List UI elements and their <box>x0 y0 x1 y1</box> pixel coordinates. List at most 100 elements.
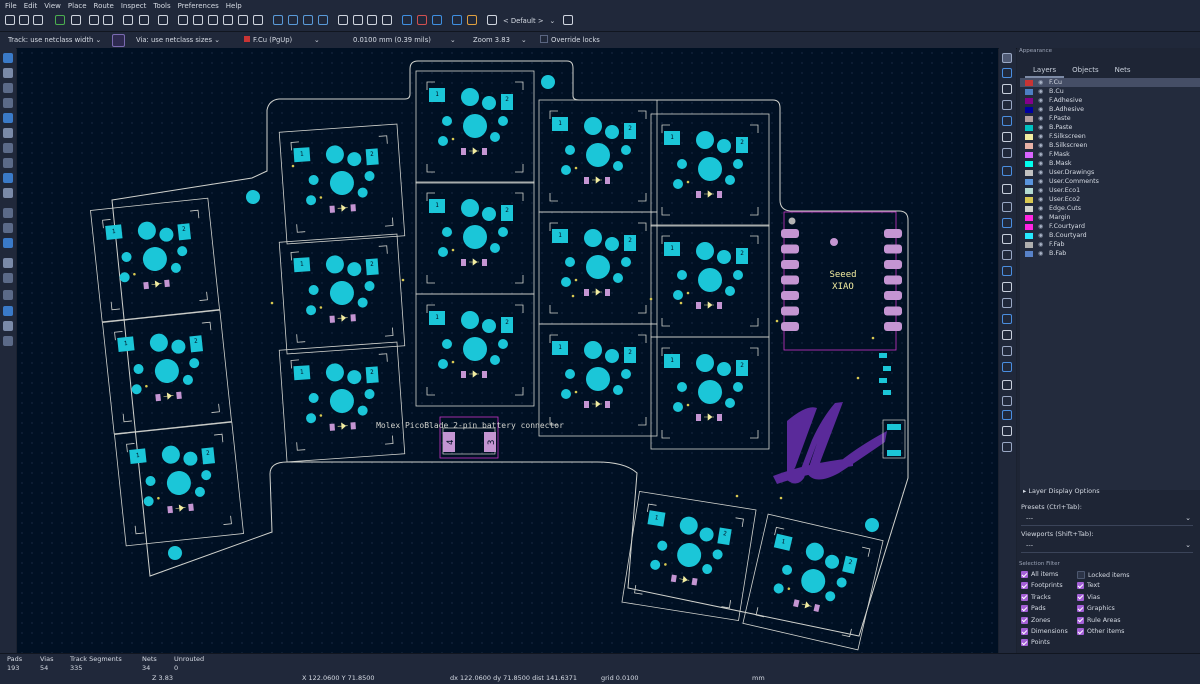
unlock-icon[interactable] <box>382 15 392 25</box>
via-size-dropdown[interactable]: Via: use netclass sizes ⌄ <box>136 35 220 45</box>
pad-outline-icon[interactable] <box>3 238 13 248</box>
array-icon[interactable] <box>1002 410 1012 420</box>
layer-row[interactable]: ◉ F.Mask <box>1020 150 1200 159</box>
checkbox-icon[interactable] <box>1077 616 1084 624</box>
eye-icon[interactable]: ◉ <box>1038 187 1046 194</box>
checkbox-icon[interactable] <box>1021 582 1028 590</box>
draw-rect-icon[interactable] <box>1002 234 1012 244</box>
layer-row[interactable]: ◉ Margin <box>1020 213 1200 222</box>
draw-circle-icon[interactable] <box>1002 250 1012 260</box>
checkbox-icon[interactable] <box>1021 628 1028 635</box>
layer-color-swatch[interactable] <box>1025 106 1033 113</box>
net-ratsnest-icon[interactable] <box>3 143 13 153</box>
checkbox-icon[interactable] <box>1077 582 1084 590</box>
grid-toggle-icon[interactable] <box>3 53 13 63</box>
track-outline-icon[interactable] <box>3 223 13 233</box>
menu-place[interactable]: Place <box>68 2 87 10</box>
highlight-net-icon[interactable] <box>3 173 13 183</box>
eye-icon[interactable]: ◉ <box>1038 232 1046 239</box>
eye-icon[interactable]: ◉ <box>1038 205 1046 212</box>
layer-color-swatch[interactable] <box>1025 124 1033 131</box>
layer-row[interactable]: ◉ B.Fab <box>1020 249 1200 258</box>
place-origin-icon[interactable] <box>1002 380 1012 390</box>
layer-row[interactable]: ◉ User.Comments <box>1020 177 1200 186</box>
filter-all-items[interactable]: All items <box>1021 571 1058 578</box>
eye-icon[interactable]: ◉ <box>1038 133 1046 140</box>
ratsnest-lines-icon[interactable] <box>3 158 13 168</box>
board-setup-icon[interactable] <box>55 15 65 25</box>
filter-pads[interactable]: Pads <box>1021 605 1046 613</box>
mirror-icon[interactable] <box>318 15 328 25</box>
layer-color-swatch[interactable] <box>1025 115 1033 122</box>
layer-color-swatch[interactable] <box>1025 133 1033 140</box>
drc-icon[interactable] <box>467 15 477 25</box>
checkbox-icon[interactable] <box>1021 593 1028 601</box>
add-table-icon[interactable] <box>1002 346 1012 356</box>
menu-view[interactable]: View <box>44 2 61 10</box>
tab-nets[interactable]: Nets <box>1107 64 1139 76</box>
new-board-icon[interactable] <box>5 15 15 25</box>
route-track-icon[interactable] <box>1002 100 1012 110</box>
checkbox-icon[interactable] <box>1021 616 1028 624</box>
lock-icon[interactable] <box>367 15 377 25</box>
layer-row[interactable]: ◉ Edge.Cuts <box>1020 204 1200 213</box>
layer-row[interactable]: ◉ User.Eco2 <box>1020 195 1200 204</box>
layer-row[interactable]: ◉ B.Cu <box>1020 87 1200 96</box>
footprint-browser-icon[interactable] <box>432 15 442 25</box>
menu-preferences[interactable]: Preferences <box>178 2 219 10</box>
eye-icon[interactable]: ◉ <box>1038 115 1046 122</box>
page-settings-icon[interactable] <box>71 15 81 25</box>
pcb-canvas[interactable]: 1212121212121212121212121212121212 Seeed… <box>17 48 998 653</box>
delete-icon[interactable] <box>1002 396 1012 406</box>
units-mm-icon[interactable] <box>3 98 13 108</box>
checkbox-icon[interactable] <box>1021 605 1028 613</box>
layer-row[interactable]: ◉ User.Eco1 <box>1020 186 1200 195</box>
plot-icon[interactable] <box>103 15 113 25</box>
local-ratsnest-icon[interactable] <box>1002 68 1012 78</box>
properties-panel-icon[interactable] <box>3 321 13 331</box>
eye-icon[interactable]: ◉ <box>1038 106 1046 113</box>
eye-icon[interactable]: ◉ <box>1038 142 1046 149</box>
eye-icon[interactable]: ◉ <box>1038 178 1046 185</box>
route-diff-pair-icon[interactable] <box>1002 116 1012 126</box>
group-icon[interactable] <box>338 15 348 25</box>
rotate-ccw-icon[interactable] <box>273 15 283 25</box>
zoom-chevron-icon[interactable]: ⌄ <box>521 35 527 45</box>
draw-line-icon[interactable] <box>1002 202 1012 212</box>
refresh-icon[interactable] <box>178 15 188 25</box>
tab-objects[interactable]: Objects <box>1064 64 1106 76</box>
layer-color-swatch[interactable] <box>1025 205 1033 212</box>
zoom-dropdown[interactable]: Zoom 3.83 <box>473 35 510 45</box>
eye-icon[interactable]: ◉ <box>1038 169 1046 176</box>
redo-icon[interactable] <box>139 15 149 25</box>
filter-vias[interactable]: Vias <box>1077 593 1100 601</box>
layer-display-options[interactable]: ▸ Layer Display Options <box>1023 487 1100 495</box>
rule-area-icon[interactable] <box>1002 184 1012 194</box>
draw-bezier-icon[interactable] <box>1002 282 1012 292</box>
eye-icon[interactable]: ◉ <box>1038 88 1046 95</box>
add-text-icon[interactable] <box>1002 314 1012 324</box>
eye-icon[interactable]: ◉ <box>1038 250 1046 257</box>
eye-icon[interactable]: ◉ <box>1038 151 1046 158</box>
layer-color-swatch[interactable] <box>1025 160 1033 167</box>
filter-text[interactable]: Text <box>1077 582 1100 590</box>
filter-zones[interactable]: Zones <box>1021 616 1050 624</box>
preset-dropdown[interactable]: < Default > ⌄ <box>503 16 555 27</box>
track-posture-icon[interactable] <box>112 34 125 47</box>
eye-icon[interactable]: ◉ <box>1038 124 1046 131</box>
contrast-mode-icon[interactable] <box>3 188 13 198</box>
filter-rule-areas[interactable]: Rule Areas <box>1077 616 1120 624</box>
eye-icon[interactable]: ◉ <box>1038 79 1046 86</box>
netlist-icon[interactable] <box>402 15 412 25</box>
find-icon[interactable] <box>158 15 168 25</box>
save-icon[interactable] <box>33 15 43 25</box>
footprint-editor-icon[interactable] <box>417 15 427 25</box>
scripting-icon[interactable] <box>487 15 497 25</box>
eye-icon[interactable]: ◉ <box>1038 241 1046 248</box>
layer-color-swatch[interactable] <box>1025 232 1033 239</box>
checkbox-icon[interactable] <box>1077 571 1085 579</box>
menu-edit[interactable]: Edit <box>24 2 38 10</box>
select-icon[interactable] <box>1002 53 1012 63</box>
undo-icon[interactable] <box>123 15 133 25</box>
add-zone-icon[interactable] <box>1002 166 1012 176</box>
